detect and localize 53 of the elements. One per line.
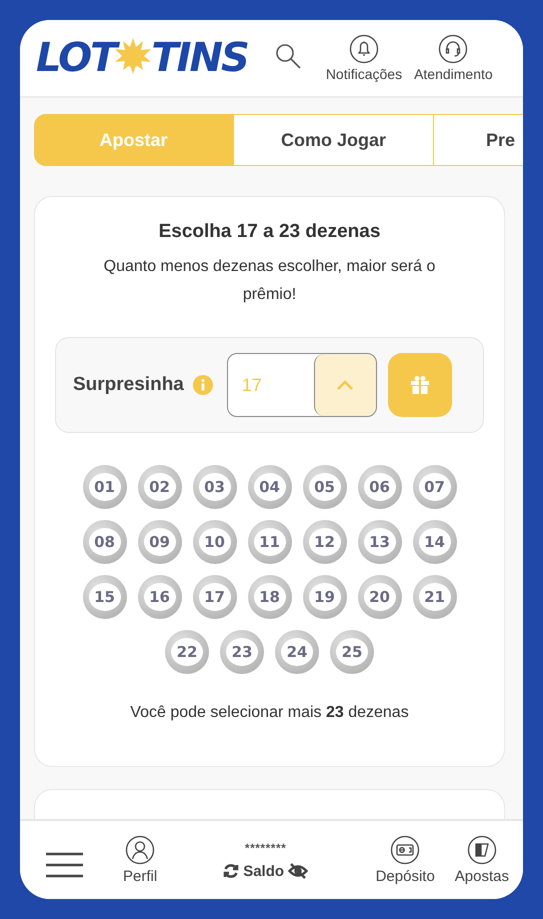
nav-item[interactable]: Apostas: [454, 835, 509, 885]
nav-label: Perfil: [123, 868, 158, 885]
headset-icon: [438, 34, 468, 64]
number-ball[interactable]: 03: [192, 465, 236, 509]
header-link[interactable]: Atendimento: [414, 66, 493, 82]
logo-text: TINS: [151, 35, 248, 81]
number-ball[interactable]: 06: [358, 465, 402, 509]
gift-icon: [410, 375, 430, 395]
number-ball[interactable]: 08: [82, 520, 126, 564]
refresh-icon[interactable]: [223, 863, 240, 879]
number-ball[interactable]: 12: [302, 520, 346, 564]
header-link[interactable]: Notificações: [326, 66, 402, 82]
number-ball[interactable]: 04: [248, 465, 292, 509]
number-ball[interactable]: 19: [302, 575, 346, 619]
selection-note: Você pode selecionar mais 23 dezenas: [130, 704, 409, 722]
nav-label: Apostas: [454, 868, 509, 885]
number-ball[interactable]: 15: [82, 575, 126, 619]
user-icon: [125, 835, 156, 865]
balance-label: Saldo: [243, 862, 284, 880]
eye-slash-icon[interactable]: [288, 863, 308, 879]
number-ball[interactable]: 09: [138, 520, 182, 564]
number-ball[interactable]: 25: [330, 630, 374, 674]
nav-item[interactable]: Depósito: [376, 835, 435, 885]
nav-label: Depósito: [376, 868, 435, 885]
number-ball[interactable]: 23: [220, 630, 264, 674]
card-title: Escolha 17 a 23 dezenas: [158, 221, 380, 243]
surpresinha-label: Surpresinha: [73, 374, 184, 396]
number-ball[interactable]: 20: [358, 575, 402, 619]
number-ball[interactable]: 21: [412, 575, 456, 619]
card-subtitle: Quanto menos dezenas escolher, maior será o prêmio!: [102, 257, 436, 305]
number-ball[interactable]: 11: [248, 520, 292, 564]
number-ball[interactable]: 10: [192, 520, 236, 564]
menu-icon[interactable]: [46, 852, 83, 878]
caret-icon: [336, 380, 354, 390]
balance-value: ********: [244, 840, 286, 854]
number-ball[interactable]: 18: [248, 575, 292, 619]
number-ball[interactable]: 02: [138, 465, 182, 509]
number-ball[interactable]: 07: [412, 465, 456, 509]
cards-icon: [466, 835, 497, 865]
number-ball[interactable]: 13: [358, 520, 402, 564]
tab[interactable]: Pre: [434, 114, 523, 166]
number-ball[interactable]: 24: [275, 630, 319, 674]
number-ball[interactable]: 05: [302, 465, 346, 509]
wallet-icon: [390, 835, 420, 865]
number-ball[interactable]: 22: [165, 630, 209, 674]
bell-icon: [348, 34, 379, 64]
number-ball[interactable]: 17: [192, 575, 236, 619]
search-icon[interactable]: [274, 42, 302, 70]
number-ball[interactable]: 16: [138, 575, 182, 619]
number-ball[interactable]: 14: [412, 520, 456, 564]
number-ball[interactable]: 01: [82, 465, 126, 509]
tab[interactable]: Como Jogar: [234, 114, 434, 166]
nav-item[interactable]: Perfil: [123, 835, 158, 885]
